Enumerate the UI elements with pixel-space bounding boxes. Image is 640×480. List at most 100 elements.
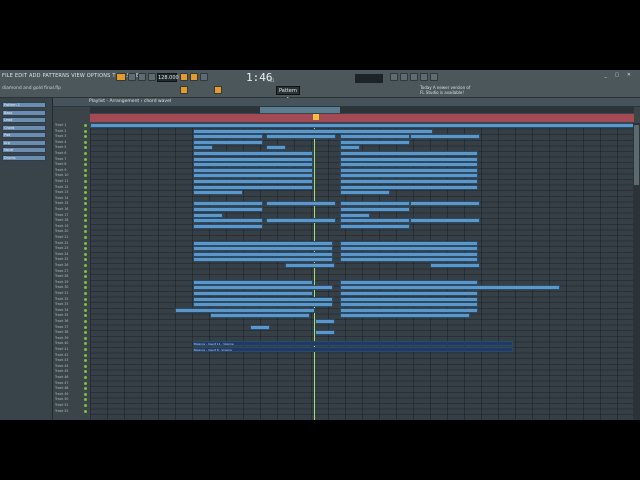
pattern-clip[interactable]: [193, 151, 313, 156]
pattern-clip[interactable]: [193, 173, 313, 179]
track-mute-led[interactable]: [84, 196, 87, 200]
track-mute-led[interactable]: [84, 269, 87, 273]
window-controls[interactable]: _ ▢ ✕: [604, 72, 634, 78]
stop-button[interactable]: [138, 73, 146, 81]
track-mute-led[interactable]: [84, 185, 87, 189]
automation-clip[interactable]: Balance - Insert 11 - Volume: [193, 341, 513, 347]
track-mute-led[interactable]: [84, 404, 87, 407]
pattern-clip[interactable]: [175, 307, 315, 313]
browser-icon[interactable]: [420, 73, 428, 81]
pattern-clip[interactable]: [340, 257, 478, 263]
track-mute-led[interactable]: [84, 241, 87, 245]
mixer-icon[interactable]: [390, 73, 398, 81]
track-mute-led[interactable]: [84, 364, 87, 368]
pattern-clip[interactable]: [340, 167, 478, 173]
pattern-clip[interactable]: [340, 201, 410, 207]
step-edit-icon[interactable]: [190, 73, 198, 81]
browser-item[interactable]: Drums: [2, 154, 46, 161]
countdown-icon[interactable]: [200, 73, 208, 81]
playhead-marker[interactable]: [313, 114, 319, 120]
pattern-clip[interactable]: [340, 207, 410, 212]
track-mute-led[interactable]: [84, 252, 87, 256]
track-mute-led[interactable]: [84, 213, 87, 217]
track-mute-led[interactable]: [84, 381, 87, 385]
pattern-clip[interactable]: [340, 162, 478, 168]
track-mute-led[interactable]: [84, 140, 87, 144]
piano-roll-icon[interactable]: [410, 73, 418, 81]
paint-icon[interactable]: [214, 86, 222, 94]
pattern-clip[interactable]: [340, 296, 478, 302]
scroll-thumb[interactable]: [634, 125, 639, 185]
track-mute-led[interactable]: [84, 348, 87, 351]
playlist-icon[interactable]: [430, 73, 438, 81]
timeline-ruler[interactable]: [90, 114, 634, 122]
track-mute-led[interactable]: [84, 292, 87, 295]
pattern-clip[interactable]: [340, 151, 478, 156]
pattern-clip[interactable]: [193, 128, 433, 134]
pattern-clip[interactable]: [193, 257, 333, 263]
pattern-clip[interactable]: [410, 201, 480, 207]
pattern-clip[interactable]: [340, 179, 478, 184]
pattern-clip[interactable]: [266, 218, 336, 224]
snap-icon[interactable]: [180, 86, 188, 94]
pattern-clip[interactable]: [250, 324, 270, 330]
pattern-clip[interactable]: [340, 246, 478, 252]
track-mute-led[interactable]: [84, 224, 87, 228]
record-button[interactable]: [148, 73, 156, 81]
track-mute-led[interactable]: [84, 325, 87, 329]
pattern-clip[interactable]: [340, 291, 478, 296]
browser-item[interactable]: Bass: [2, 109, 46, 116]
tempo-display[interactable]: 128.000: [157, 73, 179, 82]
browser-item[interactable]: Arp: [2, 139, 46, 146]
track-mute-led[interactable]: [84, 129, 87, 133]
overview-thumb[interactable]: [260, 107, 340, 113]
track-mute-led[interactable]: [84, 208, 87, 211]
track-mute-led[interactable]: [84, 152, 87, 155]
play-button[interactable]: [128, 73, 136, 81]
track-mute-led[interactable]: [84, 280, 87, 284]
pattern-clip[interactable]: [193, 156, 313, 162]
pattern-clip[interactable]: [193, 167, 313, 173]
pattern-clip[interactable]: [410, 134, 480, 140]
pattern-clip[interactable]: [193, 201, 263, 207]
pattern-clip[interactable]: [193, 291, 313, 296]
track-mute-led[interactable]: [84, 376, 87, 379]
pattern-clip[interactable]: [193, 179, 313, 184]
pattern-clip[interactable]: [340, 156, 478, 162]
pattern-clip[interactable]: [193, 134, 263, 140]
pattern-clip[interactable]: [266, 201, 336, 207]
pattern-clip[interactable]: [193, 145, 213, 151]
pattern-clip[interactable]: [340, 134, 410, 140]
pattern-clip[interactable]: [340, 190, 390, 196]
pattern-clip[interactable]: [193, 285, 333, 291]
pattern-clip[interactable]: [193, 218, 263, 224]
browser-item[interactable]: Vocal: [2, 147, 46, 153]
pattern-clip[interactable]: [340, 251, 478, 257]
track-mute-led[interactable]: [84, 264, 87, 267]
pattern-clip[interactable]: [315, 319, 335, 324]
pattern-clip[interactable]: [193, 162, 313, 168]
pattern-clip[interactable]: [193, 207, 263, 212]
track-mute-led[interactable]: [84, 336, 87, 340]
pattern-clip[interactable]: [340, 139, 410, 145]
vertical-scrollbar[interactable]: [633, 123, 640, 420]
pattern-clip[interactable]: [340, 223, 410, 229]
track-mute-led[interactable]: [84, 168, 87, 172]
pattern-clip[interactable]: [266, 134, 336, 140]
browser-item[interactable]: Pad: [2, 132, 46, 138]
pattern-clip[interactable]: [315, 330, 335, 336]
pattern-clip[interactable]: [430, 263, 480, 268]
pattern-selector[interactable]: Pattern 1: [276, 86, 300, 103]
news-panel[interactable]: Today A newer version of FL Studio is av…: [420, 85, 470, 95]
pattern-clip[interactable]: [266, 145, 286, 151]
track-mute-led[interactable]: [84, 409, 87, 413]
pattern-clip[interactable]: [340, 302, 478, 308]
automation-clip[interactable]: Balance - Insert 8 - Volume: [193, 347, 513, 352]
pattern-clip[interactable]: [193, 246, 333, 252]
arrangement-grid[interactable]: Balance - Insert 11 - Volume Balance - In…: [90, 123, 634, 420]
pattern-clip[interactable]: [340, 145, 360, 151]
channel-rack-icon[interactable]: [400, 73, 408, 81]
track-mute-led[interactable]: [84, 320, 87, 323]
pattern-clip[interactable]: [285, 263, 335, 268]
pattern-clip[interactable]: [90, 123, 634, 128]
